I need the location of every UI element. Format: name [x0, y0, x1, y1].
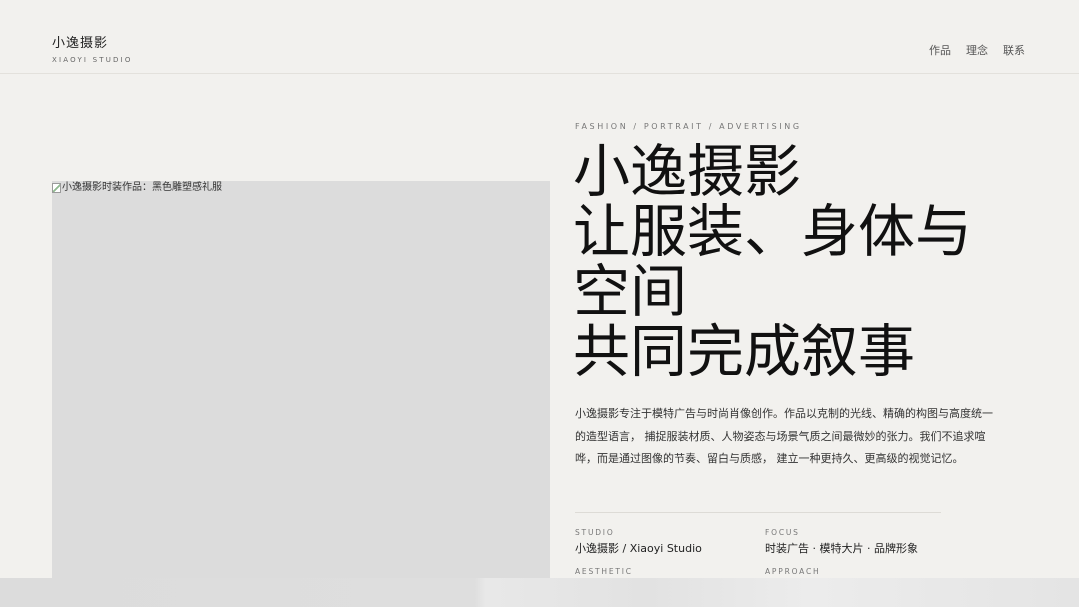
brand-name: 小逸摄影	[52, 36, 109, 51]
meta-value: 时装广告 · 模特大片 · 品牌形象	[765, 542, 918, 555]
meta-studio: STUDIO 小逸摄影 / Xiaoyi Studio	[575, 528, 702, 556]
meta-label: APPROACH	[765, 567, 821, 576]
brand-subtitle: XIAOYI STUDIO	[52, 56, 133, 64]
meta-focus: FOCUS 时装广告 · 模特大片 · 品牌形象	[765, 528, 918, 556]
brand-logo[interactable]: 小逸摄影 XIAOYI STUDIO	[52, 36, 133, 65]
meta-label: STUDIO	[575, 528, 615, 537]
meta-value: 小逸摄影 / Xiaoyi Studio	[575, 542, 702, 555]
hero-eyebrow: FASHION / PORTRAIT / ADVERTISING	[575, 122, 802, 131]
nav-link-contact[interactable]: 联系	[1003, 44, 1025, 58]
hero-title: 小逸摄影 让服装、身体与 空间 共同完成叙事	[573, 142, 1033, 382]
intro-paragraph: 小逸摄影专注于模特广告与时尚肖像创作。作品以克制的光线、精确的构图与高度统一的造…	[575, 407, 993, 465]
meta-approach: APPROACH	[765, 567, 820, 577]
hero-title-line: 让服装、身体与	[573, 199, 972, 265]
meta-label: FOCUS	[765, 528, 800, 537]
hero-title-line: 空间	[573, 259, 687, 325]
divider	[575, 512, 941, 513]
image-alt-label: 小逸摄影时装作品：黑色雕塑感礼服	[62, 182, 222, 193]
hero-title-line: 小逸摄影	[573, 139, 801, 205]
hero-title-line: 共同完成叙事	[573, 319, 915, 385]
site-header: 小逸摄影 XIAOYI STUDIO 作品 理念 联系	[0, 0, 1079, 74]
meta-aesthetic: AESTHETIC	[575, 567, 633, 577]
image-alt-text: 小逸摄影时装作品：黑色雕塑感礼服	[52, 182, 222, 194]
broken-image-icon	[52, 183, 61, 193]
bottom-overlay-bar	[0, 578, 1079, 607]
nav-link-works[interactable]: 作品	[929, 44, 951, 58]
hero-image: 小逸摄影时装作品：黑色雕塑感礼服	[52, 181, 550, 581]
meta-label: AESTHETIC	[575, 567, 633, 576]
nav-link-philosophy[interactable]: 理念	[966, 44, 988, 58]
main-nav: 作品 理念 联系	[929, 44, 1025, 58]
